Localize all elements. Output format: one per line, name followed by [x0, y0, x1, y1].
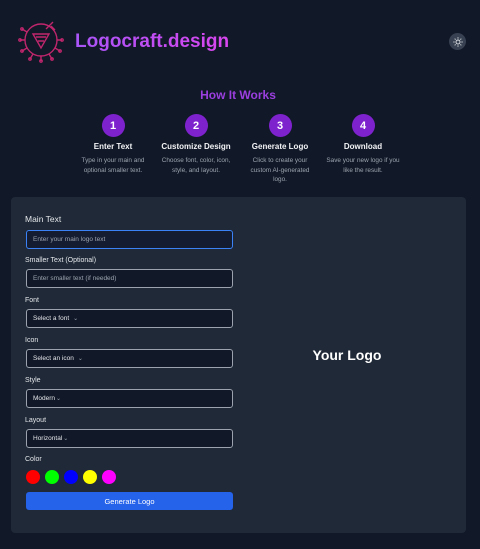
color-swatch-green[interactable] — [45, 470, 59, 484]
step-number: 1 — [101, 114, 125, 137]
step-1: 1 Enter Text Type in your main and optio… — [73, 114, 153, 175]
step-description: Type in your main and optional smaller t… — [81, 157, 145, 174]
layout-select[interactable]: Horizontal ⌄ — [26, 429, 233, 448]
layout-select-value: Horizontal — [33, 435, 63, 442]
style-select[interactable]: Modern ⌄ — [26, 389, 233, 408]
style-label: Style — [25, 377, 41, 384]
step-description: Save your new logo if you like the resul… — [326, 157, 400, 174]
brand-title[interactable]: Logocraft.design — [75, 31, 229, 53]
color-swatch-red[interactable] — [26, 470, 40, 484]
color-swatch-blue[interactable] — [64, 470, 78, 484]
main-text-label: Main Text — [25, 214, 62, 224]
style-select-value: Modern — [33, 395, 56, 402]
logo-generator-card: Main Text Enter your main logo text Smal… — [11, 197, 466, 533]
step-title: Customize Design — [161, 142, 231, 151]
smaller-text-input[interactable]: Enter smaller text (if needed) — [26, 269, 233, 288]
chevron-down-icon: ⌄ — [77, 356, 83, 362]
main-text-input[interactable]: Enter your main logo text — [26, 230, 233, 249]
step-number: 3 — [268, 114, 292, 137]
generate-logo-button[interactable]: Generate Logo — [26, 492, 233, 510]
color-swatch-yellow[interactable] — [83, 470, 97, 484]
logo-preview: Your Logo — [312, 347, 382, 363]
font-select-value: Select a font — [33, 315, 70, 322]
step-description: Click to create your custom AI-generated… — [250, 157, 310, 183]
sun-icon — [452, 36, 463, 47]
icon-label: Icon — [25, 337, 39, 344]
color-swatch-magenta[interactable] — [102, 470, 116, 484]
chevron-down-icon: ⌄ — [63, 436, 69, 442]
font-label: Font — [25, 297, 40, 304]
color-label: Color — [25, 456, 42, 463]
chevron-down-icon: ⌄ — [56, 396, 62, 402]
icon-select[interactable]: Select an icon ⌄ — [26, 349, 233, 368]
header: Logocraft.design — [0, 0, 480, 80]
step-title: Enter Text — [93, 142, 133, 151]
how-it-works-title: How It Works — [200, 88, 276, 102]
step-description: Choose font, color, icon, style, and lay… — [161, 157, 231, 174]
step-3: 3 Generate Logo Click to create your cus… — [240, 114, 320, 185]
step-2: 2 Customize Design Choose font, color, i… — [156, 114, 236, 175]
step-4: 4 Download Save your new logo if you lik… — [323, 114, 403, 175]
chevron-down-icon: ⌄ — [73, 316, 79, 322]
step-title: Download — [343, 142, 383, 151]
theme-toggle-button[interactable] — [449, 33, 466, 50]
icon-select-value: Select an icon — [33, 355, 74, 362]
font-select[interactable]: Select a font ⌄ — [26, 309, 233, 328]
circuit-pen-icon[interactable] — [18, 17, 64, 63]
step-title: Generate Logo — [251, 142, 309, 151]
smaller-text-label: Smaller Text (Optional) — [25, 257, 97, 264]
step-number: 4 — [351, 114, 375, 137]
step-number: 2 — [184, 114, 208, 137]
layout-label: Layout — [25, 417, 47, 424]
